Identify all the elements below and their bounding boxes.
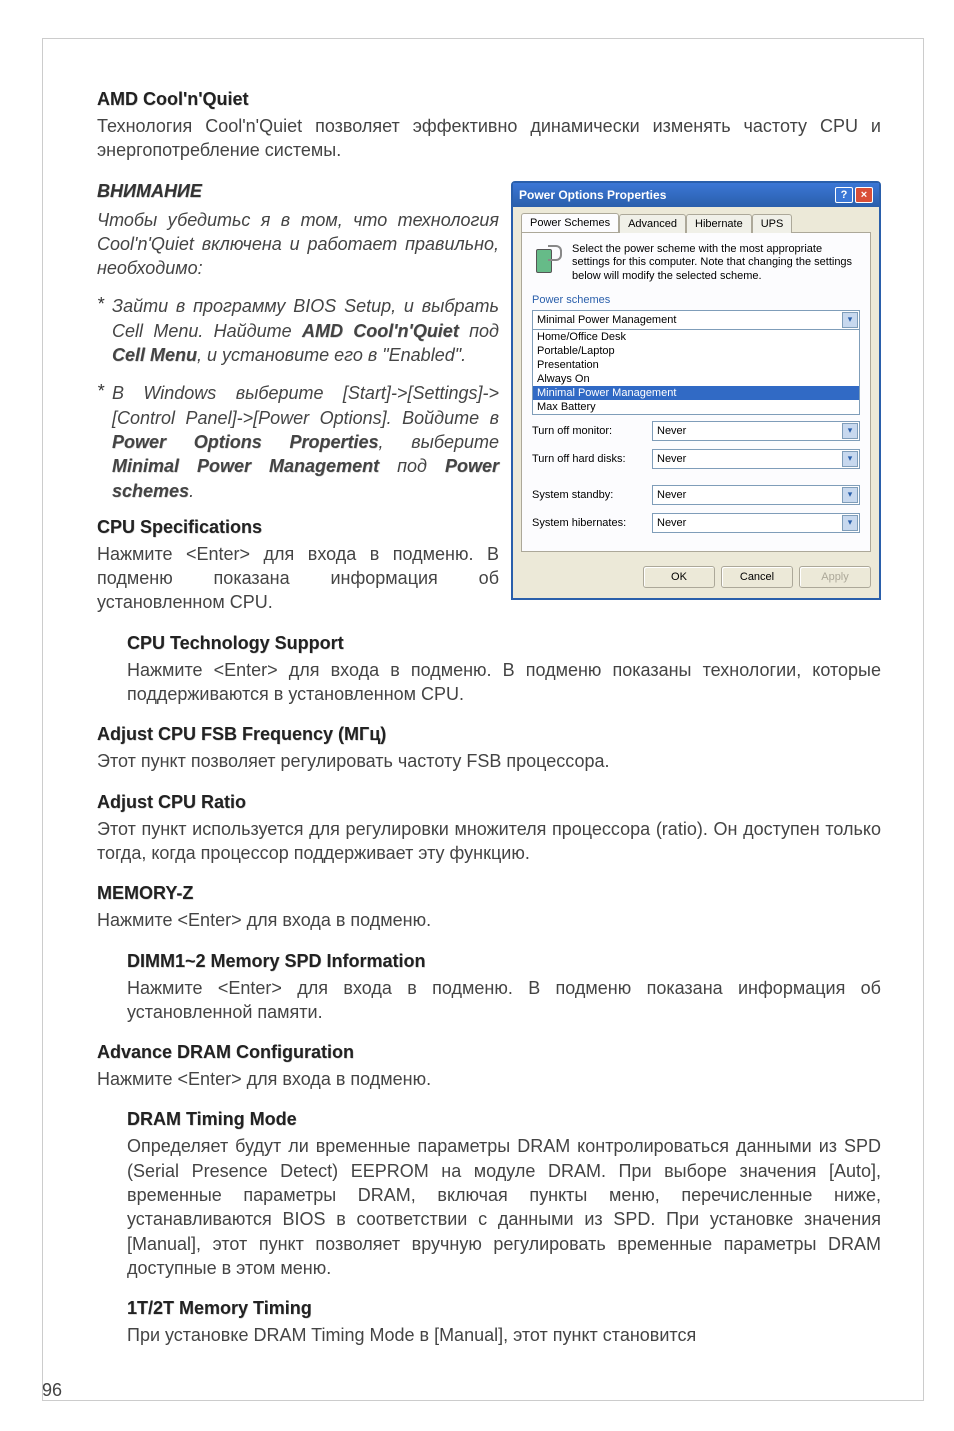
dialog-title: Power Options Properties <box>519 188 666 202</box>
bold-amd-cnc: AMD Cool'n'Quiet <box>302 321 459 341</box>
sub-dramtm: DRAM Timing Mode Определяет будут ли вре… <box>127 1109 881 1347</box>
page-number: 96 <box>42 1380 62 1401</box>
text-dimm: Нажмите <Enter> для входа в подменю. В п… <box>127 976 881 1025</box>
chevron-down-icon: ▾ <box>842 312 858 328</box>
chevron-down-icon: ▾ <box>842 487 858 503</box>
text-dramtm: Определяет будут ли временные параметры … <box>127 1134 881 1280</box>
apply-button[interactable]: Apply <box>799 566 871 588</box>
dialog-window: Power Options Properties ? × Power Schem… <box>511 181 881 600</box>
field-monitor: Turn off monitor: Never ▾ <box>532 421 860 441</box>
bold-pop: Power Options Properties <box>112 432 378 452</box>
chevron-down-icon: ▾ <box>842 423 858 439</box>
standby-combo[interactable]: Never ▾ <box>652 485 860 505</box>
tab-power-schemes[interactable]: Power Schemes <box>521 213 619 232</box>
combo-value: Never <box>657 489 686 501</box>
heading-fsb: Adjust CPU FSB Frequency (МГц) <box>97 724 881 745</box>
field-label: System hibernates: <box>532 517 652 529</box>
bullet-2-text: В Windows выберите [Start]->[Settings]->… <box>112 381 499 502</box>
hibernate-combo[interactable]: Never ▾ <box>652 513 860 533</box>
ok-button[interactable]: OK <box>643 566 715 588</box>
close-button[interactable]: × <box>855 187 873 203</box>
heading-adram: Advance DRAM Configuration <box>97 1042 881 1063</box>
heading-dimm: DIMM1~2 Memory SPD Information <box>127 951 881 972</box>
tab-ups[interactable]: UPS <box>752 214 793 233</box>
dropdown-item[interactable]: Always On <box>533 372 859 386</box>
dialog-titlebar: Power Options Properties ? × <box>513 183 879 207</box>
power-scheme-dropdown: Home/Office Desk Portable/Laptop Present… <box>532 330 860 415</box>
dropdown-item[interactable]: Presentation <box>533 358 859 372</box>
text-fsb: Этот пункт позволяет регулировать частот… <box>97 749 881 773</box>
sub-cpu-tech: CPU Technology Support Нажмите <Enter> д… <box>127 633 881 707</box>
power-options-screenshot: Power Options Properties ? × Power Schem… <box>511 181 881 600</box>
text-seg: , и установите его в "Enabled". <box>197 345 466 365</box>
dropdown-item[interactable]: Portable/Laptop <box>533 344 859 358</box>
heading-amd-cnc: AMD Cool'n'Quiet <box>97 89 881 110</box>
text-seg: В Windows выберите [Start]->[Settings]->… <box>112 383 499 427</box>
heading-t12: 1T/2T Memory Timing <box>127 1298 881 1319</box>
combo-value: Never <box>657 425 686 437</box>
upper-wrap: AMD Cool'n'Quiet Технология Cool'n'Quiet… <box>97 89 881 633</box>
heading-memz: MEMORY-Z <box>97 883 881 904</box>
combo-value: Never <box>657 517 686 529</box>
heading-cpu-tech: CPU Technology Support <box>127 633 881 654</box>
text-seg: , выберите <box>378 432 499 452</box>
monitor-combo[interactable]: Never ▾ <box>652 421 860 441</box>
power-scheme-combo[interactable]: Minimal Power Management ▾ <box>532 310 860 330</box>
dropdown-item[interactable]: Home/Office Desk <box>533 330 859 344</box>
field-label: Turn off monitor: <box>532 425 652 437</box>
battery-icon <box>532 243 564 275</box>
sub-dimm: DIMM1~2 Memory SPD Information Нажмите <… <box>127 951 881 1025</box>
text-seg: . <box>189 481 194 501</box>
tab-advanced[interactable]: Advanced <box>619 214 686 233</box>
bullet-marker: * <box>97 381 104 502</box>
field-label: System standby: <box>532 489 652 501</box>
harddisk-combo[interactable]: Never ▾ <box>652 449 860 469</box>
dialog-tabs: Power Schemes Advanced Hibernate UPS <box>513 207 879 232</box>
text-t12: При установке DRAM Timing Mode в [Manual… <box>127 1323 881 1347</box>
dialog-panel: Select the power scheme with the most ap… <box>521 232 871 552</box>
cancel-button[interactable]: Cancel <box>721 566 793 588</box>
titlebar-buttons: ? × <box>835 187 873 203</box>
field-harddisk: Turn off hard disks: Never ▾ <box>532 449 860 469</box>
bullet-2: * В Windows выберите [Start]->[Settings]… <box>97 381 499 502</box>
text-memz: Нажмите <Enter> для входа в подменю. <box>97 908 881 932</box>
heading-ratio: Adjust CPU Ratio <box>97 792 881 813</box>
text-amd-cnc: Технология Cool'n'Quiet позволяет эффект… <box>97 114 881 163</box>
chevron-down-icon: ▾ <box>842 515 858 531</box>
combo-value: Never <box>657 453 686 465</box>
help-button[interactable]: ? <box>835 187 853 203</box>
text-ratio: Этот пункт используется для регулировки … <box>97 817 881 866</box>
bold-cell-menu: Cell Menu <box>112 345 197 365</box>
bold-mpm: Minimal Power Management <box>112 456 379 476</box>
text-cpu-tech: Нажмите <Enter> для входа в подменю. В п… <box>127 658 881 707</box>
field-hibernate: System hibernates: Never ▾ <box>532 513 860 533</box>
field-standby: System standby: Never ▾ <box>532 485 860 505</box>
text-seg: под <box>379 456 445 476</box>
field-label: Turn off hard disks: <box>532 453 652 465</box>
chevron-down-icon: ▾ <box>842 451 858 467</box>
dialog-desc-row: Select the power scheme with the most ap… <box>532 243 860 284</box>
dropdown-item-selected[interactable]: Minimal Power Management <box>533 386 859 400</box>
group-label: Power schemes <box>532 294 860 306</box>
text-adram: Нажмите <Enter> для входа в подменю. <box>97 1067 881 1091</box>
dialog-button-row: OK Cancel Apply <box>513 560 879 598</box>
page-frame: AMD Cool'n'Quiet Технология Cool'n'Quiet… <box>42 38 924 1401</box>
combo-value: Minimal Power Management <box>537 314 676 326</box>
tab-hibernate[interactable]: Hibernate <box>686 214 752 233</box>
bullet-1-text: Зайти в программу BIOS Setup, и выбрать … <box>112 294 499 367</box>
bullet-marker: * <box>97 294 104 367</box>
dialog-desc: Select the power scheme with the most ap… <box>572 243 860 284</box>
dropdown-item[interactable]: Max Battery <box>533 400 859 414</box>
bullet-1: * Зайти в программу BIOS Setup, и выбрат… <box>97 294 499 367</box>
text-seg: под <box>459 321 499 341</box>
heading-dramtm: DRAM Timing Mode <box>127 1109 881 1130</box>
